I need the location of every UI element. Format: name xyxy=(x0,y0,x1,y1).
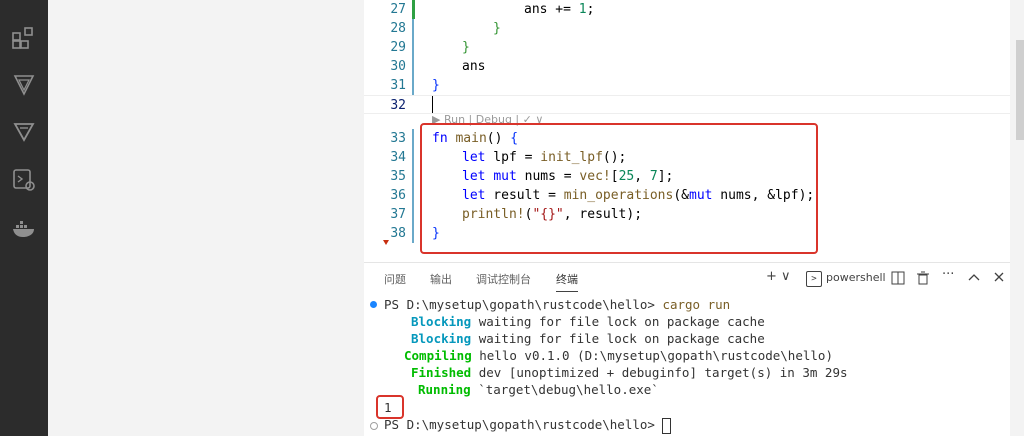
fold-marker-icon xyxy=(383,240,389,245)
more-actions-icon[interactable]: ··· xyxy=(942,267,954,282)
code-line: 28} xyxy=(390,21,501,36)
close-panel-icon[interactable] xyxy=(994,272,1004,282)
tab-output[interactable]: 输出 xyxy=(430,271,452,287)
panel-tabs: 问题 输出 调试控制台 终端 + ∨ > powershell ··· xyxy=(364,263,1010,295)
terminal-name[interactable]: powershell xyxy=(826,271,886,284)
code-line: 30 ans xyxy=(390,59,486,74)
code-highlight-box xyxy=(420,123,818,254)
bottom-panel: 问题 输出 调试控制台 终端 + ∨ > powershell ··· PS D… xyxy=(364,262,1010,437)
tab-problems[interactable]: 问题 xyxy=(384,271,406,287)
terminal-line: Finished dev [unoptimized + debuginfo] t… xyxy=(411,365,848,380)
terminal-line: Blocking waiting for file lock on packag… xyxy=(411,331,765,346)
terminal-line: PS D:\mysetup\gopath\rustcode\hello> car… xyxy=(384,297,731,312)
activity-bar xyxy=(0,0,48,436)
trash-icon[interactable] xyxy=(916,271,930,285)
docker-icon[interactable] xyxy=(10,214,38,242)
code-editor[interactable]: 27 ans += 1; 28} 29} 30 ans 31} 32 ▶ Run |… xyxy=(364,0,1010,262)
rust-analyzer-icon[interactable] xyxy=(10,70,38,98)
remote-explorer-icon[interactable] xyxy=(10,166,38,194)
code-line: 27 ans += 1; xyxy=(390,2,595,17)
sidebar-panel xyxy=(48,0,365,436)
command-decoration-icon xyxy=(370,422,378,430)
split-terminal-icon[interactable] xyxy=(891,271,905,285)
maximize-panel-icon[interactable] xyxy=(968,273,980,281)
tab-debug-console[interactable]: 调试控制台 xyxy=(476,271,531,287)
terminal-line: Blocking waiting for file lock on packag… xyxy=(411,314,765,329)
command-decoration-icon xyxy=(370,301,377,308)
extensions-icon[interactable] xyxy=(10,24,38,52)
scrollbar[interactable] xyxy=(1010,0,1024,436)
new-terminal-button[interactable]: + ∨ xyxy=(766,269,791,284)
terminal-line: Compiling hello v0.1.0 (D:\mysetup\gopat… xyxy=(404,348,833,363)
terminal-line[interactable]: PS D:\mysetup\gopath\rustcode\hello> xyxy=(384,416,672,434)
terminal-icon: > xyxy=(806,271,822,287)
code-line: 29} xyxy=(390,40,470,55)
gitlens-icon[interactable] xyxy=(10,117,38,145)
code-line: 31} xyxy=(390,78,440,93)
terminal-cursor xyxy=(662,417,672,434)
tab-terminal[interactable]: 终端 xyxy=(556,271,578,292)
scrollbar-thumb[interactable] xyxy=(1016,40,1024,140)
terminal-line: Running `target\debug\hello.exe` xyxy=(418,382,659,397)
